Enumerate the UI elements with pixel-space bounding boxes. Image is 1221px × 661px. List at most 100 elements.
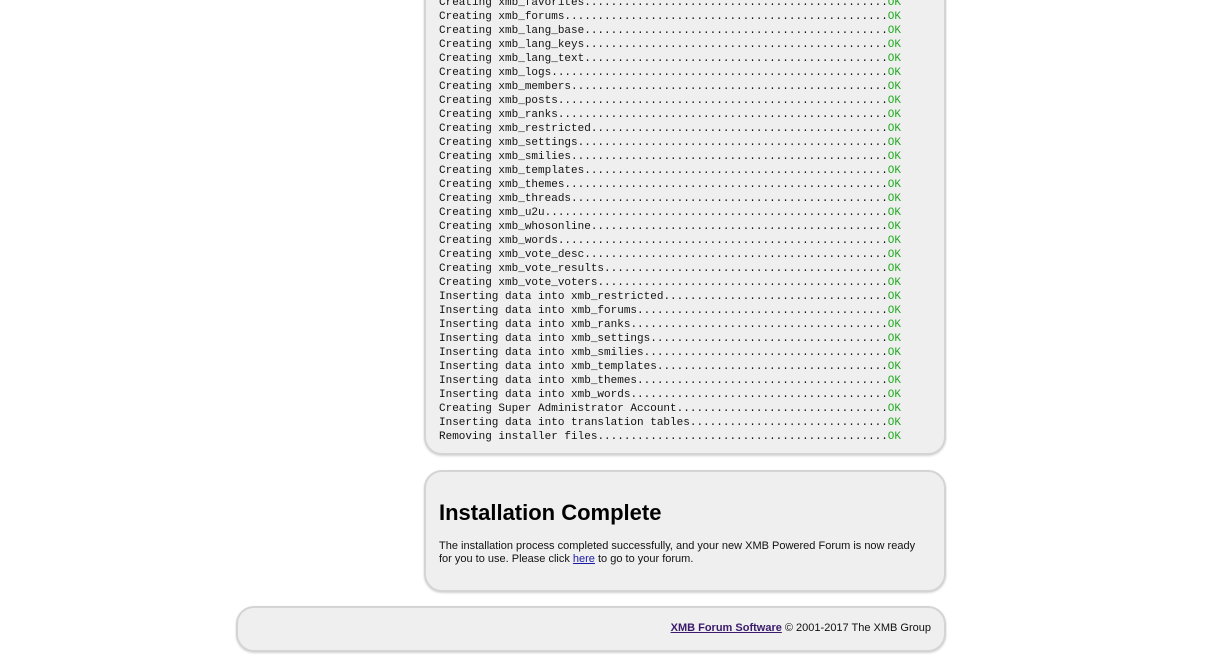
install-log-dot-leader: ........................................… bbox=[643, 347, 888, 359]
install-log-line: Inserting data into translation tables..… bbox=[439, 416, 901, 430]
install-log-status: OK bbox=[887, 95, 901, 107]
install-log-dot-leader: ........................................… bbox=[637, 305, 888, 317]
install-log-line: Inserting data into xmb_restricted......… bbox=[439, 290, 901, 304]
install-log-dot-leader: ........................................… bbox=[584, 53, 888, 65]
install-log-step-text: Creating xmb_smilies bbox=[439, 151, 572, 163]
install-log-line: Creating xmb_vote_results...............… bbox=[439, 262, 901, 276]
install-log-status: OK bbox=[887, 389, 901, 401]
install-log-status: OK bbox=[887, 277, 901, 289]
install-log-line: Creating xmb_lang_keys..................… bbox=[439, 38, 901, 52]
install-log-dot-leader: ........................................… bbox=[597, 277, 888, 289]
install-log-step-text: Inserting data into xmb_themes bbox=[439, 375, 638, 387]
install-log-status: OK bbox=[887, 235, 901, 247]
install-log-line: Creating xmb_members....................… bbox=[439, 80, 901, 94]
install-log-panel: Creating xmb_favorites..................… bbox=[424, 0, 946, 455]
install-log-line: Creating xmb_templates..................… bbox=[439, 164, 901, 178]
install-log-line: Inserting data into xmb_words...........… bbox=[439, 388, 901, 402]
install-log-line: Creating xmb_whosonline.................… bbox=[439, 220, 901, 234]
install-log-dot-leader: ........................................… bbox=[656, 361, 888, 373]
install-log-status: OK bbox=[887, 25, 901, 37]
install-log-step-text: Creating xmb_ranks bbox=[439, 109, 558, 121]
install-log-step-text: Creating xmb_logs bbox=[439, 67, 552, 79]
install-log-status: OK bbox=[887, 67, 901, 79]
xmb-forum-software-link[interactable]: XMB Forum Software bbox=[671, 622, 782, 634]
install-log-step-text: Creating xmb_lang_text bbox=[439, 53, 585, 65]
footer-copyright: © 2001-2017 The XMB Group bbox=[781, 622, 931, 634]
install-log-dot-leader: ........................................… bbox=[590, 123, 888, 135]
install-log-line: Removing installer files................… bbox=[439, 430, 901, 444]
install-log-dot-leader: ........................................… bbox=[584, 0, 888, 9]
install-log-step-text: Inserting data into translation tables bbox=[439, 417, 690, 429]
install-log-line: Inserting data into xmb_ranks...........… bbox=[439, 318, 901, 332]
go-to-forum-link[interactable]: here bbox=[573, 553, 595, 565]
install-log-step-text: Creating xmb_members bbox=[439, 81, 572, 93]
install-log-dot-leader: ........................................… bbox=[584, 249, 888, 261]
install-log-step-text: Creating xmb_whosonline bbox=[439, 221, 591, 233]
install-log-status: OK bbox=[887, 151, 901, 163]
install-log-step-text: Creating xmb_threads bbox=[439, 193, 572, 205]
install-log-status: OK bbox=[887, 375, 901, 387]
install-log-step-text: Creating xmb_restricted bbox=[439, 123, 591, 135]
install-log-line: Inserting data into xmb_forums..........… bbox=[439, 304, 901, 318]
install-log-dot-leader: ........................................… bbox=[584, 165, 888, 177]
install-log-status: OK bbox=[887, 81, 901, 93]
install-log-step-text: Creating xmb_themes bbox=[439, 179, 565, 191]
install-log-step-text: Inserting data into xmb_restricted bbox=[439, 291, 664, 303]
install-log-step-text: Creating xmb_lang_base bbox=[439, 25, 585, 37]
install-log-line: Creating xmb_posts......................… bbox=[439, 94, 901, 108]
install-log-status: OK bbox=[887, 109, 901, 121]
install-log-status: OK bbox=[887, 361, 901, 373]
install-log-status: OK bbox=[887, 207, 901, 219]
install-log-line: Inserting data into xmb_settings........… bbox=[439, 332, 901, 346]
install-log-dot-leader: ........................................… bbox=[551, 67, 888, 79]
install-log-line: Creating xmb_restricted.................… bbox=[439, 122, 901, 136]
install-log-step-text: Creating xmb_forums bbox=[439, 11, 565, 23]
install-log-dot-leader: ........................................… bbox=[571, 193, 888, 205]
install-log-step-text: Creating xmb_vote_desc bbox=[439, 249, 585, 261]
install-log-dot-leader: ........................................… bbox=[564, 179, 888, 191]
install-log-dot-leader: ........................................… bbox=[663, 291, 888, 303]
install-log-dot-leader: ........................................… bbox=[544, 207, 888, 219]
install-log-dot-leader: ........................................… bbox=[584, 39, 888, 51]
install-log-line: Creating xmb_logs.......................… bbox=[439, 66, 901, 80]
install-log-dot-leader: ........................................… bbox=[557, 109, 888, 121]
install-log-status: OK bbox=[887, 319, 901, 331]
installation-complete-panel: Installation Complete The installation p… bbox=[424, 470, 946, 592]
install-log-line: Creating xmb_lang_text..................… bbox=[439, 52, 901, 66]
install-log-line: Creating xmb_themes.....................… bbox=[439, 178, 901, 192]
install-log-step-text: Creating xmb_lang_keys bbox=[439, 39, 585, 51]
install-log-dot-leader: ........................................… bbox=[571, 81, 888, 93]
footer-panel: XMB Forum Software © 2001-2017 The XMB G… bbox=[236, 606, 946, 652]
install-log-status: OK bbox=[887, 333, 901, 345]
install-log-step-text: Creating xmb_vote_voters bbox=[439, 277, 598, 289]
install-log-status: OK bbox=[887, 291, 901, 303]
install-log-status: OK bbox=[887, 249, 901, 261]
install-log-line: Creating xmb_ranks......................… bbox=[439, 108, 901, 122]
install-log-dot-leader: ........................................… bbox=[590, 221, 888, 233]
install-log-step-text: Creating xmb_favorites bbox=[439, 0, 585, 9]
install-log-step-text: Creating Super Administrator Account bbox=[439, 403, 677, 415]
install-log-step-text: Creating xmb_posts bbox=[439, 95, 558, 107]
install-log-line: Creating xmb_settings...................… bbox=[439, 136, 901, 150]
install-log-line: Creating xmb_vote_voters................… bbox=[439, 276, 901, 290]
install-log-line: Creating xmb_u2u........................… bbox=[439, 206, 901, 220]
install-log-line: Creating xmb_smilies....................… bbox=[439, 150, 901, 164]
install-log-dot-leader: ........................................… bbox=[557, 95, 888, 107]
install-log-status: OK bbox=[887, 263, 901, 275]
install-log-dot-leader: ........................................… bbox=[584, 25, 888, 37]
install-log-status: OK bbox=[887, 137, 901, 149]
install-log-status: OK bbox=[887, 417, 901, 429]
install-log-dot-leader: ........................................… bbox=[650, 333, 888, 345]
install-log-line: Creating xmb_words......................… bbox=[439, 234, 901, 248]
install-log-step-text: Inserting data into xmb_words bbox=[439, 389, 631, 401]
install-log-step-text: Inserting data into xmb_forums bbox=[439, 305, 638, 317]
install-log-dot-leader: ........................................… bbox=[577, 137, 888, 149]
install-log-step-text: Inserting data into xmb_templates bbox=[439, 361, 657, 373]
install-log-step-text: Inserting data into xmb_settings bbox=[439, 333, 651, 345]
install-log-line: Creating Super Administrator Account....… bbox=[439, 402, 901, 416]
install-log-dot-leader: ........................................… bbox=[637, 375, 888, 387]
install-log-status: OK bbox=[887, 0, 901, 9]
install-log-dot-leader: ........................................… bbox=[564, 11, 888, 23]
install-log-status: OK bbox=[887, 39, 901, 51]
install-log-dot-leader: ........................................… bbox=[571, 151, 888, 163]
